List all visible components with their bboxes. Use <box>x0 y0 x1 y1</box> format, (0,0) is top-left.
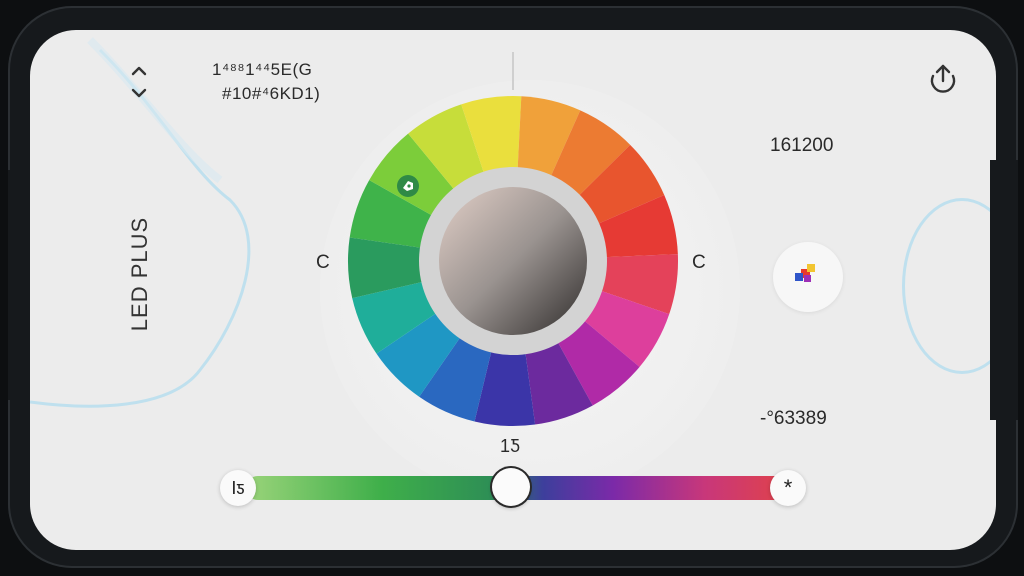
hex-code-line-1: 1⁴⁸⁸1⁴⁴5E(G <box>212 60 313 79</box>
wheel-center-preview <box>439 187 587 335</box>
slider-value-label: 1Ƽ <box>500 436 521 456</box>
readout-top-value: 161200 <box>770 135 834 156</box>
top-divider <box>512 52 514 90</box>
app-title: LED PLUS <box>127 216 152 332</box>
hue-slider-thumb[interactable] <box>491 468 530 506</box>
wheel-left-label: C <box>316 252 330 273</box>
wheel-right-label: C <box>692 252 706 273</box>
chevron-up-down-icon[interactable] <box>128 62 150 102</box>
device-edge <box>990 160 1018 420</box>
palette-icon <box>795 264 815 282</box>
tag-marker-icon[interactable] <box>397 175 419 197</box>
readout-bottom-value: -°63389 <box>760 408 827 429</box>
hex-code-line-2: #10#⁴6KD1) <box>222 84 321 103</box>
slider-right-button[interactable]: * <box>770 470 806 506</box>
color-wheel[interactable] <box>346 94 680 428</box>
share-icon[interactable] <box>928 62 958 94</box>
palette-button[interactable] <box>773 242 843 312</box>
slider-left-button[interactable]: Iƽ <box>220 470 256 506</box>
